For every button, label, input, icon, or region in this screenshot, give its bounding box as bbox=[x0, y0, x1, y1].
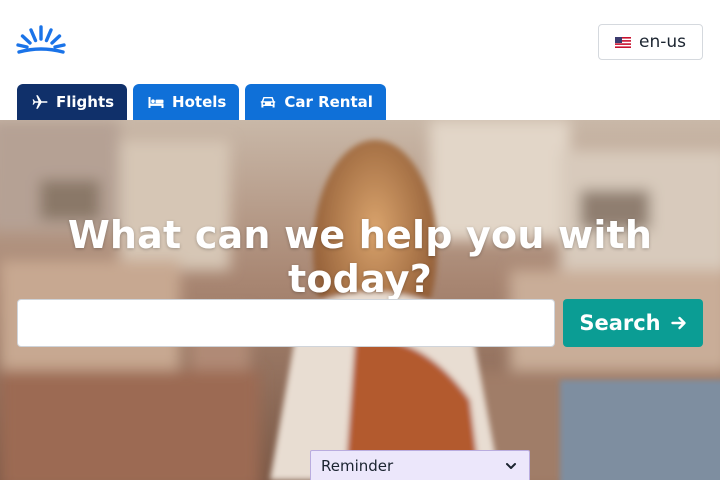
reminder-label: Reminder bbox=[321, 457, 394, 475]
tab-car-rental-label: Car Rental bbox=[284, 93, 373, 111]
chevron-down-icon bbox=[506, 463, 516, 469]
arrow-right-icon bbox=[670, 316, 686, 330]
hero-headline: What can we help you with today? bbox=[67, 213, 653, 301]
reminder-dropdown[interactable]: Reminder bbox=[310, 450, 530, 480]
sunrise-logo-icon[interactable] bbox=[16, 24, 66, 60]
bed-icon bbox=[148, 97, 164, 108]
site-header: en-us Flights Hotels Car Rental bbox=[0, 0, 720, 120]
tab-flights-label: Flights bbox=[56, 93, 115, 111]
tab-hotels-label: Hotels bbox=[172, 93, 227, 111]
us-flag-icon bbox=[615, 36, 631, 48]
search-input[interactable] bbox=[17, 299, 555, 347]
tab-car-rental[interactable]: Car Rental bbox=[245, 84, 386, 120]
tab-flights[interactable]: Flights bbox=[17, 84, 128, 120]
search-type-tabs: Flights Hotels Car Rental bbox=[17, 84, 386, 120]
language-label: en-us bbox=[639, 32, 686, 52]
car-icon bbox=[261, 97, 276, 108]
tab-hotels[interactable]: Hotels bbox=[133, 84, 240, 120]
search-button-label: Search bbox=[579, 311, 661, 335]
plane-icon bbox=[32, 95, 48, 109]
search-button[interactable]: Search bbox=[563, 299, 703, 347]
language-selector-button[interactable]: en-us bbox=[598, 24, 703, 60]
